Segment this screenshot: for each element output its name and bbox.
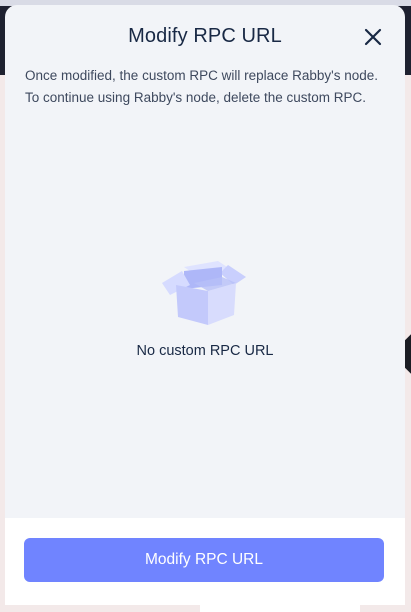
modal-title: Modify RPC URL [128, 25, 282, 47]
modal-description: Once modified, the custom RPC will repla… [25, 68, 378, 105]
empty-state: No custom RPC URL [5, 255, 405, 359]
modify-rpc-modal: Modify RPC URL Once modified, the custom… [5, 5, 405, 605]
close-icon [364, 28, 382, 46]
modal-header: Modify RPC URL [5, 5, 405, 65]
modify-rpc-url-button[interactable]: Modify RPC URL [24, 538, 384, 582]
empty-box-icon [162, 261, 246, 325]
close-button[interactable] [361, 25, 385, 49]
empty-state-text: No custom RPC URL [136, 343, 274, 359]
modal-footer: Modify RPC URL [5, 518, 405, 605]
